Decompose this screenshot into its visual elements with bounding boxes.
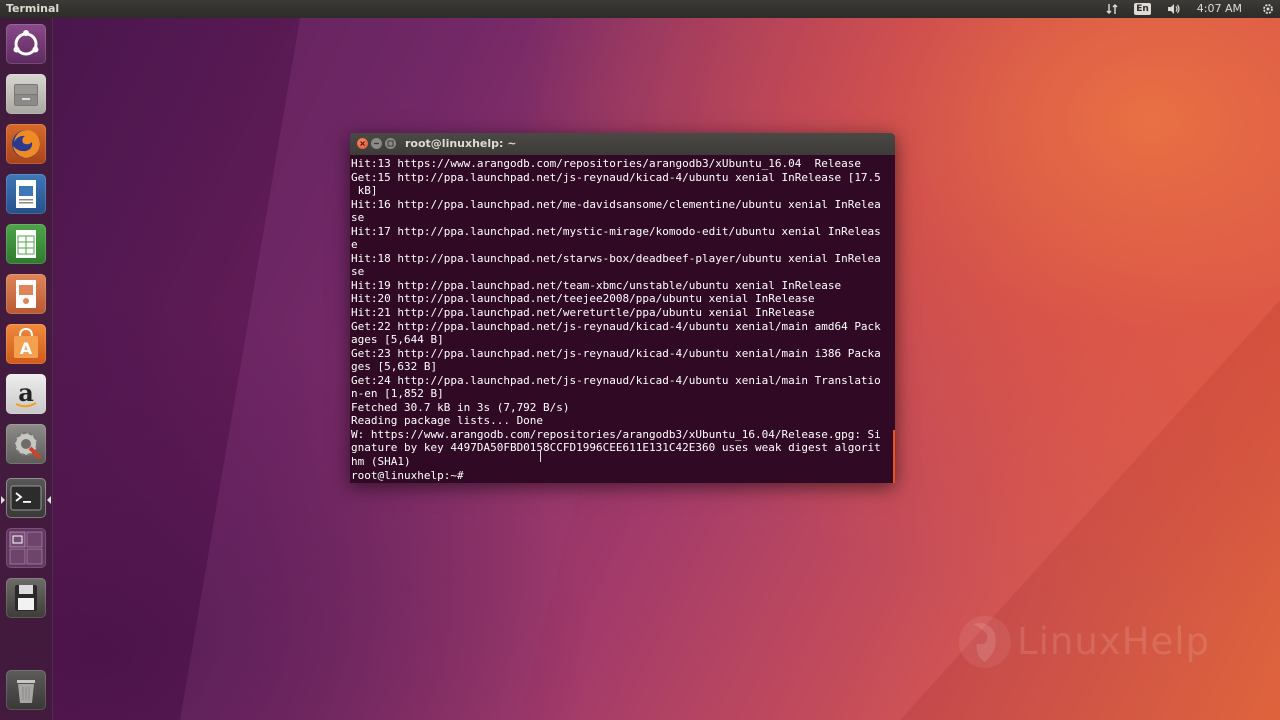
- watermark: LinuxHelp: [955, 612, 1209, 676]
- system-settings-icon: [14, 432, 42, 460]
- top-panel: Terminal En 4:07 AM: [0, 0, 1280, 18]
- maximize-button[interactable]: [385, 138, 396, 149]
- firefox-button[interactable]: [6, 124, 46, 164]
- clock[interactable]: 4:07 AM: [1197, 0, 1242, 18]
- running-indicator: [1, 496, 5, 504]
- terminal-output[interactable]: Hit:13 https://www.arangodb.com/reposito…: [351, 157, 891, 482]
- network-icon[interactable]: [1106, 0, 1118, 18]
- amazon-icon: a: [15, 378, 37, 408]
- terminal-window: root@linuxhelp: ~ Hit:13 https://www.ara…: [350, 133, 895, 483]
- terminal-icon: [10, 485, 42, 511]
- volume-icon[interactable]: [1167, 0, 1181, 18]
- libreoffice-calc-button[interactable]: [6, 224, 46, 264]
- keyboard-layout-indicator[interactable]: En: [1134, 0, 1151, 18]
- system-tray: En 4:07 AM: [1098, 0, 1280, 18]
- terminal-title: root@linuxhelp: ~: [405, 137, 517, 150]
- minimize-button[interactable]: [371, 138, 382, 149]
- amazon-button[interactable]: a: [6, 374, 46, 414]
- close-button[interactable]: [357, 138, 368, 149]
- maximize-icon: [387, 140, 394, 147]
- impress-icon: [16, 280, 36, 308]
- terminal-titlebar[interactable]: root@linuxhelp: ~: [350, 133, 895, 155]
- system-settings-button[interactable]: [6, 424, 46, 464]
- firefox-icon: [12, 130, 40, 158]
- power-gear-icon[interactable]: [1262, 0, 1274, 18]
- calc-icon: [16, 230, 36, 258]
- trash-icon: [17, 680, 35, 703]
- terminal-button[interactable]: [6, 478, 46, 518]
- minimize-icon: [374, 142, 379, 145]
- linuxhelp-logo-icon: [959, 616, 1011, 668]
- software-center-button[interactable]: A: [6, 324, 46, 364]
- dash-button[interactable]: [6, 24, 46, 64]
- writer-icon: [16, 180, 36, 208]
- svg-text:a: a: [18, 378, 34, 407]
- launcher: A a: [0, 18, 53, 720]
- svg-text:A: A: [20, 339, 33, 358]
- libreoffice-writer-button[interactable]: [6, 174, 46, 214]
- active-app-title: Terminal: [6, 2, 60, 15]
- watermark-text: LinuxHelp: [1017, 620, 1211, 663]
- close-icon: [360, 141, 365, 146]
- floppy-icon: [15, 585, 37, 611]
- workspace-switcher-button[interactable]: [6, 528, 46, 568]
- files-icon: [14, 84, 38, 106]
- scrollbar[interactable]: [893, 430, 895, 483]
- save-drive-button[interactable]: [6, 578, 46, 618]
- dash-icon: [13, 30, 39, 56]
- workspace-switcher-icon: [9, 531, 43, 565]
- libreoffice-impress-button[interactable]: [6, 274, 46, 314]
- mouse-cursor: [540, 450, 541, 462]
- focused-indicator: [47, 496, 51, 504]
- language-badge: En: [1134, 3, 1151, 15]
- trash-button[interactable]: [6, 670, 46, 710]
- terminal-body[interactable]: Hit:13 https://www.arangodb.com/reposito…: [350, 155, 895, 483]
- software-center-icon: A: [14, 327, 38, 358]
- files-button[interactable]: [6, 74, 46, 114]
